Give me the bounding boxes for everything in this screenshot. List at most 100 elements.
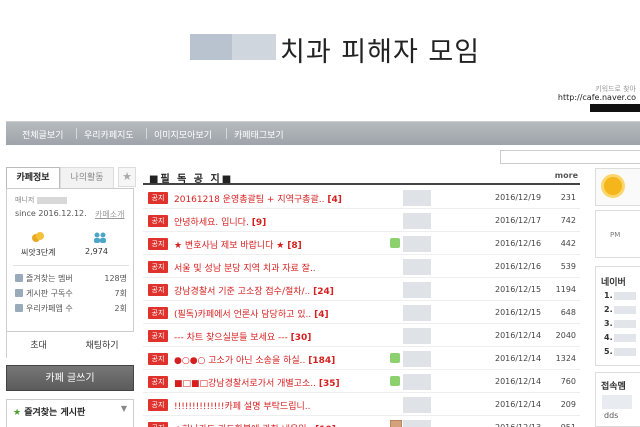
notice-row[interactable]: 공지 서울 및 성남 분당 지역 치과 자료 잘.. 2016/12/16 539 — [143, 256, 580, 278]
author-blurred[interactable] — [403, 190, 431, 206]
view-count: 648 — [560, 308, 576, 317]
author-blurred[interactable] — [403, 305, 431, 321]
post-date: 2016/12/16 — [495, 262, 542, 271]
notice-subject[interactable]: (필독)카페에서 언론사 담당하고 있.. [4] — [174, 307, 329, 320]
info-row[interactable]: 즐겨찾는 멤버 128명 — [15, 273, 127, 285]
author-blurred[interactable] — [403, 259, 431, 275]
author-blurred[interactable] — [403, 351, 431, 367]
notice-subject[interactable]: !!!!!!!!!!!!!!카페 설명 부탁드립니.. — [174, 399, 310, 412]
author-blurred[interactable] — [403, 213, 431, 229]
rank-item-blurred[interactable] — [614, 334, 636, 342]
search-input[interactable] — [500, 150, 640, 164]
post-date: 2016/12/14 — [495, 377, 542, 386]
notice-badge: 공지 — [148, 422, 168, 427]
notice-row[interactable]: 공지 --- 차트 찾으실분들 보세요 --- [30] 2016/12/14 204… — [143, 325, 580, 347]
view-count: 742 — [560, 216, 576, 225]
cafe-level[interactable]: 씨앗3단계 — [21, 247, 56, 258]
notice-subject-text: 20161218 운영총괄팀 + 지역구총괄.. — [174, 195, 325, 205]
notice-subject-text: 강남경찰서 기준 고소장 접수/절차/.. — [174, 287, 311, 297]
notice-row[interactable]: 공지 ★하나카드 카드환불에 관한 내용입.. [10] 2016/12/13 951 — [143, 417, 580, 427]
author-blurred[interactable] — [403, 374, 431, 390]
notice-badge: 공지 — [148, 330, 168, 342]
menu-tags[interactable]: 카페태그보기 — [234, 128, 284, 141]
notice-header: ■필 독 공 지■ more — [143, 168, 580, 185]
menu-divider — [146, 128, 147, 139]
weather-widget — [595, 168, 640, 206]
more-link[interactable]: more — [555, 171, 578, 180]
notice-subject[interactable]: 서울 및 성남 분당 지역 치과 자료 잘.. — [174, 261, 316, 274]
invite-button[interactable]: 초대 — [7, 331, 71, 359]
menu-bar: 전체글보기 우리카페지도 이미지모아보기 카페태그보기 — [6, 121, 640, 145]
notice-badge: 공지 — [148, 399, 168, 411]
notice-badge: 공지 — [148, 284, 168, 296]
info-row[interactable]: 게시판 구독수 7회 — [15, 288, 127, 300]
cafe-intro-link[interactable]: 카페소개 — [95, 209, 124, 220]
notice-row[interactable]: 공지 !!!!!!!!!!!!!!카페 설명 부탁드립니.. 2016/12/14… — [143, 394, 580, 416]
view-count: 2040 — [555, 331, 576, 340]
notice-row[interactable]: 공지 ●○●○ 고소가 아닌 소송을 하실.. [184] 2016/12/14 13… — [143, 348, 580, 370]
favorite-boards[interactable]: ★ 즐겨찾는 게시판 ▼ — [6, 399, 134, 427]
author-blurred[interactable] — [403, 328, 431, 344]
cafe-url[interactable]: http://cafe.naver.co — [558, 93, 636, 102]
menu-cafe-map[interactable]: 우리카페지도 — [84, 128, 134, 141]
comment-count[interactable]: [8] — [287, 241, 302, 251]
info-label: 게시판 구독수 — [26, 289, 73, 298]
cafe-title[interactable]: 치과 피해자 모임 — [280, 30, 480, 69]
info-label: 우리카페앱 수 — [26, 304, 73, 313]
comment-count[interactable]: [35] — [319, 379, 340, 389]
notice-row[interactable]: 공지 (필독)카페에서 언론사 담당하고 있.. [4] 2016/12/15 648 — [143, 302, 580, 324]
notice-badge: 공지 — [148, 353, 168, 365]
notice-row[interactable]: 공지 강남경찰서 기준 고소장 접수/절차/.. [24] 2016/12/15 11… — [143, 279, 580, 301]
notice-subject[interactable]: ●○●○ 고소가 아닌 소송을 하실.. [184] — [174, 353, 335, 366]
author-blurred[interactable] — [403, 420, 431, 427]
tab-my-activity[interactable]: 나의활동 — [60, 167, 114, 189]
comment-count[interactable]: [184] — [308, 356, 335, 366]
info-row[interactable]: 우리카페앱 수 2회 — [15, 303, 127, 315]
cafe-info-panel: 매니저 since 2016.12.12. 카페소개 씨앗3단계 2,974 즐… — [6, 188, 134, 359]
author-blurred[interactable] — [403, 282, 431, 298]
chevron-down-icon[interactable]: ▼ — [121, 404, 127, 413]
view-count: 231 — [560, 193, 576, 202]
write-post-button[interactable]: 카페 글쓰기 — [6, 365, 134, 391]
chat-button[interactable]: 채팅하기 — [70, 331, 134, 359]
menu-images[interactable]: 이미지모아보기 — [154, 128, 212, 141]
online-members-widget: 접속멤 dds — [595, 372, 640, 427]
comment-count[interactable]: [30] — [291, 333, 312, 343]
post-date: 2016/12/14 — [495, 354, 542, 363]
view-count: 209 — [560, 400, 576, 409]
menu-divider — [226, 128, 227, 139]
star-icon[interactable]: ★ — [118, 167, 136, 187]
author-blurred[interactable] — [403, 397, 431, 413]
notice-subject-text: 서울 및 성남 분당 지역 치과 자료 잘.. — [174, 264, 316, 274]
notice-badge: 공지 — [148, 261, 168, 273]
menu-all-posts[interactable]: 전체글보기 — [22, 128, 63, 141]
comment-count[interactable]: [24] — [313, 287, 334, 297]
notice-row[interactable]: 공지 안녕하세요. 입니다. [9] 2016/12/17 742 — [143, 210, 580, 232]
online-member[interactable]: dds — [604, 411, 618, 420]
notice-subject[interactable]: --- 차트 찾으실분들 보세요 --- [30] — [174, 330, 311, 343]
notice-subject[interactable]: ★하나카드 카드환불에 관한 내용입.. [10] — [174, 422, 336, 427]
comment-count[interactable]: [4] — [327, 195, 342, 205]
tab-cafe-info[interactable]: 카페정보 — [6, 167, 60, 189]
notice-subject[interactable]: 안녕하세요. 입니다. [9] — [174, 215, 266, 228]
rank-item-blurred[interactable] — [614, 320, 636, 328]
manager-label: 매니저 — [15, 196, 35, 204]
notice-subject[interactable]: 강남경찰서 기준 고소장 접수/절차/.. [24] — [174, 284, 334, 297]
comment-count[interactable]: [4] — [314, 310, 329, 320]
notice-subject[interactable]: 20161218 운영총괄팀 + 지역구총괄.. [4] — [174, 192, 342, 205]
rank-item-blurred[interactable] — [614, 292, 636, 300]
rank-item-blurred[interactable] — [614, 348, 636, 356]
notice-row[interactable]: 공지 20161218 운영총괄팀 + 지역구총괄.. [4] 2016/12/19… — [143, 187, 580, 209]
rank-item-blurred[interactable] — [614, 306, 636, 314]
notice-subject[interactable]: ★ 변호사님 제보 바랍니다 ★ [8] — [174, 238, 302, 251]
post-date: 2016/12/19 — [495, 193, 542, 202]
notice-badge: 공지 — [148, 307, 168, 319]
favorite-boards-label: 즐겨찾는 게시판 — [24, 408, 86, 418]
author-blurred[interactable] — [403, 236, 431, 252]
member-count[interactable]: 2,974 — [85, 247, 108, 256]
notice-subject[interactable]: ■□■□강남경찰서로가서 개별고소.. [35] — [174, 376, 340, 389]
favorite-boards-title: ★ 즐겨찾는 게시판 — [13, 405, 85, 418]
notice-row[interactable]: 공지 ★ 변호사님 제보 바랍니다 ★ [8] 2016/12/16 442 — [143, 233, 580, 255]
comment-count[interactable]: [9] — [252, 218, 267, 228]
notice-row[interactable]: 공지 ■□■□강남경찰서로가서 개별고소.. [35] 2016/12/14 760 — [143, 371, 580, 393]
